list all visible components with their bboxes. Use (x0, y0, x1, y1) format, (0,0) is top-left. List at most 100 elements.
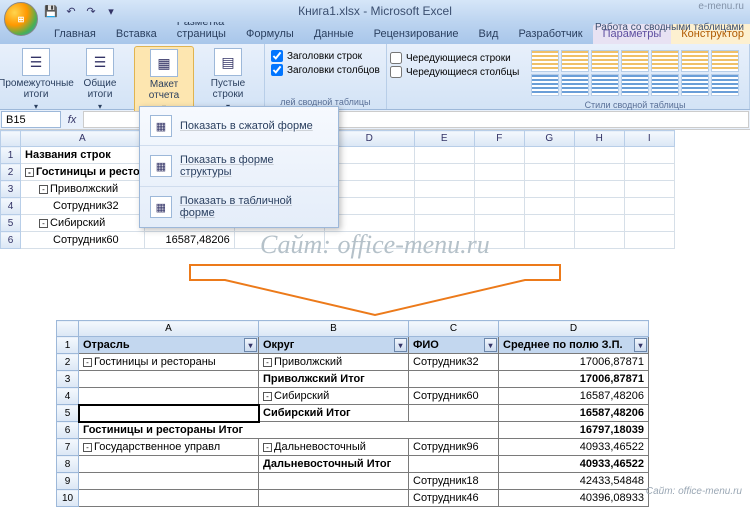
pivot-header-cell[interactable]: Округ▾ (259, 337, 409, 354)
pivot-header-cell[interactable]: Среднее по полю З.П.▾ (499, 337, 649, 354)
cell[interactable] (524, 198, 574, 215)
row-header[interactable]: 3 (1, 181, 21, 198)
cell[interactable]: 16587,48206 (144, 232, 234, 249)
outline-toggle-icon[interactable]: - (39, 185, 48, 194)
cell[interactable]: 17006,87871 (499, 371, 649, 388)
row-header[interactable]: 1 (57, 337, 79, 354)
row-header[interactable]: 10 (57, 490, 79, 507)
cell[interactable] (79, 473, 259, 490)
cell[interactable] (624, 164, 674, 181)
check-banded-rows[interactable]: Чередующиеся строки (390, 52, 519, 64)
style-swatch[interactable] (561, 50, 589, 72)
cell[interactable]: Сотрудник60 (409, 388, 499, 405)
report-layout-button[interactable]: ▦ Макет отчета▾ (134, 46, 194, 115)
row-header[interactable]: 6 (57, 422, 79, 439)
cell[interactable]: -Гостиницы и рестораны (79, 354, 259, 371)
cell[interactable]: Сотрудник32 (21, 198, 145, 215)
check-col-headers[interactable]: Заголовки столбцов (271, 64, 380, 76)
outline-toggle-icon[interactable]: - (25, 168, 34, 177)
tab-developer[interactable]: Разработчик (508, 24, 592, 44)
cell[interactable]: 42433,54848 (499, 473, 649, 490)
cell[interactable] (414, 147, 474, 164)
outline-toggle-icon[interactable]: - (263, 358, 272, 367)
cell[interactable]: -Приволжский (259, 354, 409, 371)
filter-dropdown-icon[interactable]: ▾ (244, 338, 257, 352)
cell[interactable] (574, 164, 624, 181)
cell[interactable]: 16587,48206 (499, 388, 649, 405)
menu-show-outline[interactable]: ▦Показать в форме структуры (140, 146, 338, 187)
cell[interactable]: Сотрудник18 (409, 473, 499, 490)
cell[interactable]: Сотрудник96 (409, 439, 499, 456)
cell[interactable]: Дальневосточный Итог (259, 456, 409, 473)
cell[interactable] (79, 456, 259, 473)
style-swatch[interactable] (651, 50, 679, 72)
filter-dropdown-icon[interactable]: ▾ (634, 338, 647, 352)
style-swatch[interactable] (681, 50, 709, 72)
filter-dropdown-icon[interactable]: ▾ (394, 338, 407, 352)
pivot-header-cell[interactable]: ФИО▾ (409, 337, 499, 354)
cell[interactable] (524, 232, 574, 249)
cell[interactable]: Сотрудник46 (409, 490, 499, 507)
outline-toggle-icon[interactable]: - (83, 358, 92, 367)
checkbox-banded-rows[interactable] (390, 52, 402, 64)
cell[interactable]: 16587,48206 (499, 405, 649, 422)
cell[interactable] (259, 490, 409, 507)
checkbox-banded-cols[interactable] (390, 66, 402, 78)
cell[interactable]: -Дальневосточный (259, 439, 409, 456)
fx-icon[interactable]: fx (62, 110, 82, 129)
tab-insert[interactable]: Вставка (106, 24, 167, 44)
cell[interactable] (474, 147, 524, 164)
cell[interactable] (414, 215, 474, 232)
style-swatch[interactable] (591, 50, 619, 72)
name-box[interactable]: B15 (1, 111, 61, 128)
row-header[interactable]: 7 (57, 439, 79, 456)
column-header[interactable]: B (259, 321, 409, 337)
column-header[interactable]: G (524, 131, 574, 147)
cell[interactable] (409, 405, 499, 422)
cell[interactable] (574, 181, 624, 198)
row-header[interactable]: 2 (57, 354, 79, 371)
cell[interactable] (624, 147, 674, 164)
tab-review[interactable]: Рецензирование (364, 24, 469, 44)
cell[interactable] (474, 181, 524, 198)
cell[interactable]: 40933,46522 (499, 439, 649, 456)
row-header[interactable]: 3 (57, 371, 79, 388)
column-header[interactable]: H (574, 131, 624, 147)
cell[interactable] (574, 215, 624, 232)
cell[interactable] (414, 232, 474, 249)
cell[interactable] (624, 181, 674, 198)
cell[interactable] (259, 473, 409, 490)
cell[interactable] (79, 490, 259, 507)
row-header[interactable]: 5 (1, 215, 21, 232)
cell[interactable] (474, 164, 524, 181)
style-swatch[interactable] (621, 74, 649, 96)
filter-dropdown-icon[interactable]: ▾ (484, 338, 497, 352)
row-header[interactable]: 4 (57, 388, 79, 405)
column-header[interactable]: D (499, 321, 649, 337)
cell[interactable]: -Гостиницы и ресто (21, 164, 145, 181)
cell[interactable] (409, 456, 499, 473)
style-swatch[interactable] (651, 74, 679, 96)
style-swatch[interactable] (711, 50, 739, 72)
column-header[interactable]: F (474, 131, 524, 147)
cell[interactable]: -Сибирский (21, 215, 145, 232)
cell[interactable]: Сибирский Итог (259, 405, 409, 422)
check-row-headers[interactable]: Заголовки строк (271, 50, 380, 62)
cell[interactable] (524, 181, 574, 198)
row-header[interactable]: 9 (57, 473, 79, 490)
column-header[interactable]: C (409, 321, 499, 337)
cell[interactable] (524, 164, 574, 181)
bottom-grid[interactable]: ABCD1Отрасль▾Округ▾ФИО▾Среднее по полю З… (56, 320, 649, 507)
cell[interactable] (574, 198, 624, 215)
style-swatch[interactable] (711, 74, 739, 96)
cell[interactable] (79, 405, 259, 422)
outline-toggle-icon[interactable]: - (83, 443, 92, 452)
row-header[interactable]: 4 (1, 198, 21, 215)
office-button[interactable]: ⊞ (4, 2, 38, 36)
cell[interactable] (624, 198, 674, 215)
menu-show-compact[interactable]: ▦Показать в сжатой форме (140, 107, 338, 146)
cell[interactable]: -Государственное управл (79, 439, 259, 456)
cell[interactable] (574, 232, 624, 249)
cell[interactable]: Приволжский Итог (259, 371, 409, 388)
cell[interactable] (624, 232, 674, 249)
